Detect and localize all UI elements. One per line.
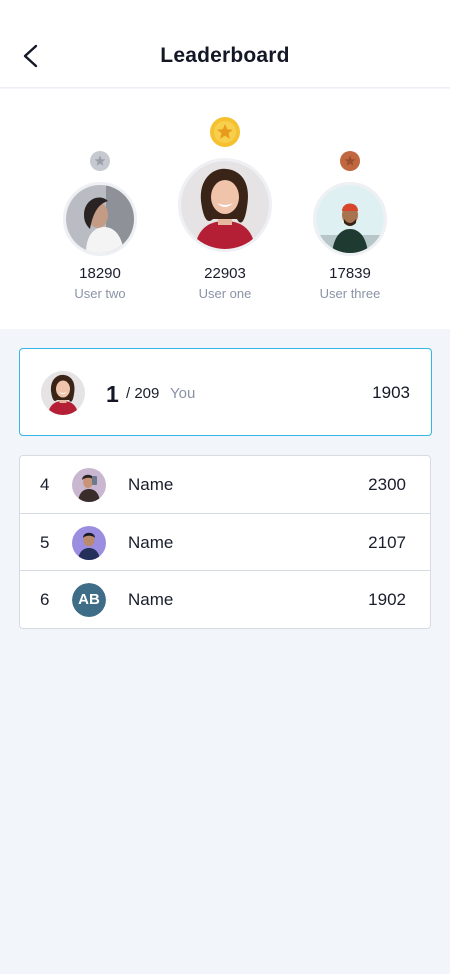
top-bar: Leaderboard bbox=[0, 0, 450, 88]
avatar bbox=[72, 526, 106, 560]
current-user-rank: 1 bbox=[106, 381, 119, 407]
podium-username: User three bbox=[319, 286, 381, 301]
list-item-score: 2300 bbox=[368, 475, 406, 494]
avatar: AB bbox=[72, 583, 106, 617]
you-label: You bbox=[170, 385, 196, 402]
podium-username: User one bbox=[198, 286, 252, 301]
list-item-rank: 5 bbox=[40, 533, 50, 552]
podium-score: 17839 bbox=[329, 265, 371, 282]
silver-medal-icon bbox=[90, 151, 110, 171]
podium-username: User two bbox=[74, 286, 126, 301]
avatar bbox=[41, 371, 85, 415]
gold-medal-icon bbox=[210, 117, 240, 147]
podium: 18290 User two 22903 User one 17839 User… bbox=[0, 89, 450, 329]
list-item-rank: 6 bbox=[40, 590, 50, 609]
page-title: Leaderboard bbox=[160, 44, 290, 67]
podium-second-place[interactable]: 18290 User two bbox=[50, 89, 150, 319]
podium-third-place[interactable]: 17839 User three bbox=[300, 89, 400, 319]
current-user-card[interactable]: 1 / 209 You 1903 bbox=[19, 348, 432, 436]
list-item-rank: 4 bbox=[40, 475, 50, 494]
podium-score: 22903 bbox=[204, 265, 246, 282]
avatar bbox=[72, 468, 106, 502]
avatar bbox=[313, 182, 387, 256]
list-item[interactable]: 5 Name 2107 bbox=[20, 513, 430, 570]
bronze-medal-icon bbox=[340, 151, 360, 171]
list-item[interactable]: 6 AB Name 1902 bbox=[20, 570, 430, 627]
list-item-name: Name bbox=[128, 475, 174, 494]
podium-first-place[interactable]: 22903 User one bbox=[170, 89, 280, 319]
avatar-initials: AB bbox=[72, 583, 106, 617]
list-item-name: Name bbox=[128, 533, 174, 552]
podium-score: 18290 bbox=[79, 265, 121, 282]
list-item-score: 1902 bbox=[368, 590, 406, 609]
ranking-list: 4 Name 2300 5 Name 2107 6 AB Name 1902 bbox=[19, 455, 431, 629]
list-item[interactable]: 4 Name 2300 bbox=[20, 456, 430, 513]
current-user-score: 1903 bbox=[372, 383, 410, 402]
total-players: / 209 bbox=[126, 385, 160, 402]
avatar bbox=[63, 182, 137, 256]
avatar bbox=[178, 158, 272, 252]
list-item-name: Name bbox=[128, 590, 174, 609]
list-item-score: 2107 bbox=[368, 533, 406, 552]
